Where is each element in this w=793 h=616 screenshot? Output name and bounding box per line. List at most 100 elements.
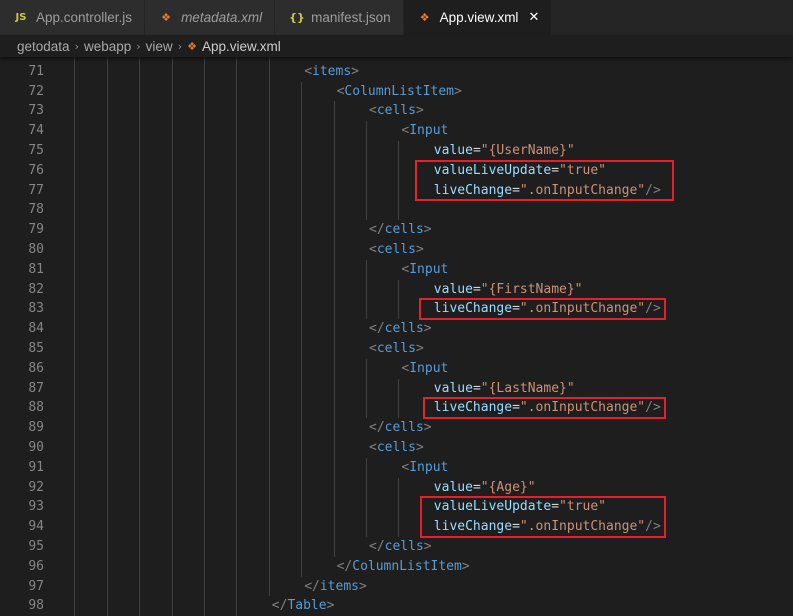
code-line[interactable]: 84 </cells> [0, 319, 793, 339]
tag-name: Input [409, 360, 449, 376]
code-line[interactable]: 92 value="{Age}" [0, 478, 793, 498]
code-text: liveChange=".onInputChange"/> [434, 181, 661, 201]
punctuation: > [415, 241, 424, 257]
code-line[interactable]: 86 <Input [0, 359, 793, 379]
punctuation: > [423, 420, 432, 436]
line-number: 76 [28, 162, 44, 178]
code-text: </Table> [272, 596, 335, 616]
breadcrumb-item[interactable]: App.view.xml [202, 39, 281, 54]
punctuation: </ [304, 578, 320, 594]
tag-name: items [312, 63, 352, 79]
line-number: 75 [28, 142, 44, 158]
code-text: <cells> [369, 339, 424, 359]
breadcrumb-separator-icon: › [177, 39, 183, 53]
line-number: 84 [28, 321, 44, 337]
attribute-value: "true" [559, 162, 606, 178]
code-line[interactable]: 94 liveChange=".onInputChange"/> [0, 517, 793, 537]
code-editor[interactable]: 70</columns>71<items>72<ColumnListItem>7… [0, 0, 793, 616]
punctuation: > [454, 83, 462, 99]
tag-name: Input [409, 261, 449, 277]
code-line[interactable]: 90 <cells> [0, 438, 793, 458]
equals-sign: = [472, 380, 481, 396]
punctuation: </ [369, 321, 385, 337]
punctuation: > [423, 538, 432, 554]
code-text: </cells> [369, 319, 432, 339]
equals-sign: = [551, 499, 560, 515]
code-text: value="{Age}" [434, 478, 536, 498]
code-line[interactable]: 79 </cells> [0, 220, 793, 240]
code-text: <items> [304, 62, 359, 82]
tag-name: cells [384, 538, 424, 554]
code-line[interactable]: 78 [0, 200, 793, 220]
code-line[interactable]: 95 </cells> [0, 537, 793, 557]
punctuation: </ [336, 558, 353, 574]
code-line[interactable]: 72 <ColumnListItem> [0, 82, 793, 102]
punctuation: </ [271, 598, 288, 614]
punctuation: < [369, 340, 377, 356]
code-line[interactable]: 81 <Input [0, 260, 793, 280]
attribute-value: ".onInputChange" [519, 400, 646, 416]
punctuation: /> [645, 182, 661, 198]
code-line[interactable]: 97 </items> [0, 577, 793, 597]
attribute-value: ".onInputChange" [519, 301, 646, 317]
code-line[interactable]: 75 value="{UserName}" [0, 141, 793, 161]
code-text: <Input [401, 458, 448, 478]
code-line[interactable]: 77 liveChange=".onInputChange"/> [0, 181, 793, 201]
line-number: 98 [28, 598, 44, 614]
punctuation: /> [645, 400, 661, 416]
code-line[interactable]: 83 liveChange=".onInputChange"/> [0, 299, 793, 319]
code-line[interactable]: 87 value="{LastName}" [0, 379, 793, 399]
code-line[interactable]: 73 <cells> [0, 101, 793, 121]
code-line[interactable]: 74 <Input [0, 121, 793, 141]
attribute-name: liveChange [433, 301, 513, 317]
code-text: <Input [401, 260, 448, 280]
line-number: 79 [28, 222, 44, 238]
line-number: 83 [28, 301, 44, 317]
tag-name: Input [409, 123, 449, 139]
code-text: liveChange=".onInputChange"/> [434, 398, 661, 418]
punctuation: > [358, 578, 367, 594]
attribute-name: liveChange [433, 182, 513, 198]
equals-sign: = [512, 301, 520, 317]
breadcrumb-separator-icon: › [74, 39, 79, 53]
tag-name: cells [376, 103, 416, 119]
code-line[interactable]: 93 valueLiveUpdate="true" [0, 497, 793, 517]
code-line[interactable]: 71 <items> [0, 62, 793, 82]
code-line[interactable]: 80 <cells> [0, 240, 793, 260]
punctuation: > [415, 439, 424, 455]
code-text: value="{FirstName}" [434, 280, 583, 300]
tag-name: Input [409, 459, 449, 475]
attribute-name: liveChange [433, 519, 513, 535]
attribute-value: "{FirstName}" [480, 281, 583, 297]
breadcrumb-item[interactable]: view [146, 39, 173, 54]
breadcrumb-item[interactable]: getodata [17, 39, 70, 54]
line-number: 85 [28, 340, 44, 356]
code-line[interactable]: 91 <Input [0, 458, 793, 478]
tag-name: cells [376, 439, 416, 455]
line-number: 91 [28, 459, 44, 475]
punctuation: </ [369, 420, 385, 436]
code-line[interactable]: 96 </ColumnListItem> [0, 557, 793, 577]
code-line[interactable]: 88 liveChange=".onInputChange"/> [0, 398, 793, 418]
punctuation: > [351, 63, 359, 79]
breadcrumb-item[interactable]: webapp [84, 39, 131, 54]
code-line[interactable]: 89 </cells> [0, 418, 793, 438]
code-line[interactable]: 98 </Table> [0, 596, 793, 616]
tag-name: items [319, 578, 359, 594]
code-line[interactable]: 76 valueLiveUpdate="true" [0, 161, 793, 181]
punctuation: /> [645, 301, 661, 317]
punctuation: < [369, 439, 377, 455]
code-text: <cells> [369, 438, 424, 458]
code-text: </cells> [369, 537, 432, 557]
equals-sign: = [551, 162, 560, 178]
code-line[interactable]: 85 <cells> [0, 339, 793, 359]
tag-name: Table [287, 598, 327, 614]
tag-name: ColumnListItem [344, 83, 454, 99]
punctuation: > [423, 321, 432, 337]
code-text: <cells> [369, 240, 424, 260]
code-line[interactable]: 82 value="{FirstName}" [0, 280, 793, 300]
code-text: <ColumnListItem> [337, 82, 462, 102]
code-text: </ColumnListItem> [337, 557, 470, 577]
attribute-value: "{UserName}" [480, 142, 575, 158]
punctuation: > [423, 222, 432, 238]
